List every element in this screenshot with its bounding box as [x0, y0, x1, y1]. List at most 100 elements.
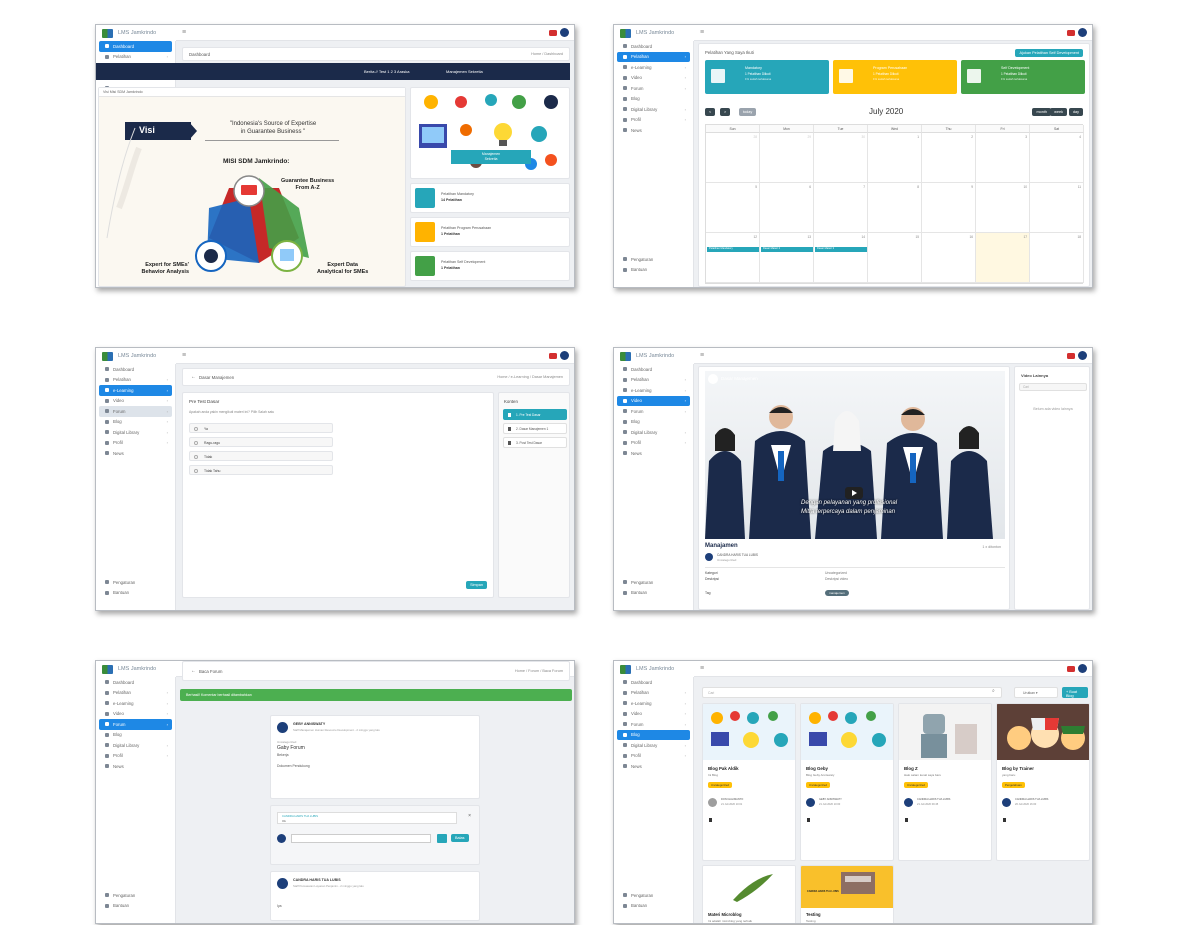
user-avatar[interactable] [1078, 28, 1087, 37]
training-tile[interactable]: Self Development 1 Pelatihan Diikuti 1% su… [961, 60, 1085, 94]
menu-toggle-icon[interactable]: ≡ [700, 352, 704, 359]
sidebar-item-pelatihan[interactable]: Pelatihan › [617, 688, 690, 699]
calendar-event[interactable]: Dasar Materi 2 [761, 247, 813, 252]
app-logo[interactable]: LMS Jamkrindo [96, 348, 176, 364]
calendar-day[interactable]: 3 [976, 133, 1030, 183]
sidebar-item-settings[interactable]: Pengaturan [99, 890, 173, 901]
sidebar-item-pelatihan[interactable]: Pelatihan › [617, 51, 690, 62]
post-author[interactable]: GEBY ANNISWATY [293, 722, 325, 726]
sidebar-item-news[interactable]: News [99, 448, 172, 459]
blog-tag[interactable]: Pengetahuan [1002, 782, 1025, 788]
sidebar-item-video[interactable]: Video› [99, 709, 172, 720]
author-avatar[interactable] [1002, 798, 1011, 807]
blog-card[interactable]: Blog Pak Aldik Ini Blog Uncategorized DONI … [702, 703, 796, 861]
delete-icon[interactable] [807, 818, 810, 822]
view-day-button[interactable]: day [1068, 108, 1083, 116]
view-week-button[interactable]: week [1050, 108, 1067, 116]
sidebar-item-blog[interactable]: Blog [617, 417, 690, 428]
reply-input[interactable] [291, 834, 431, 843]
sort-dropdown[interactable]: Urutkan ▾ [1014, 687, 1058, 698]
youtube-icon[interactable] [1067, 30, 1075, 36]
sidebar-item-elearning[interactable]: e-Learning› [617, 62, 690, 73]
sidebar-item-pelatihan[interactable]: Pelatihan › [99, 52, 172, 63]
calendar-day[interactable]: 30 [814, 133, 868, 183]
calendar-day[interactable]: 18 [1030, 233, 1084, 283]
view-month-button[interactable]: month [1032, 108, 1051, 116]
calendar-today-button[interactable]: today [739, 108, 757, 116]
sidebar-item-dashboard[interactable]: Dashboard [617, 364, 690, 375]
author-avatar[interactable] [277, 878, 288, 889]
calendar-next-button[interactable]: > [720, 108, 731, 116]
calendar-day[interactable]: 9 [922, 183, 976, 233]
sidebar-item-dashboard[interactable]: Dashboard [99, 677, 172, 688]
youtube-icon[interactable] [1067, 353, 1075, 359]
quiz-option[interactable]: Ragu-ragu [189, 437, 333, 447]
calendar-day[interactable]: 14 [814, 233, 868, 283]
menu-toggle-icon[interactable]: ≡ [182, 29, 186, 36]
sidebar-item-blog[interactable]: Blog [99, 730, 172, 741]
sidebar-item-settings[interactable]: Pengaturan [617, 890, 691, 901]
sidebar-item-news[interactable]: News [617, 125, 690, 136]
tag-badge[interactable]: manajemen [825, 590, 849, 596]
sidebar-item-forum[interactable]: Forum› [617, 83, 690, 94]
breadcrumb[interactable]: Home / Dashboard [531, 52, 563, 56]
breadcrumb[interactable]: Home / e-Learning / Dasar Manajemen [497, 375, 563, 379]
calendar-day[interactable]: 6 [760, 183, 814, 233]
delete-icon[interactable] [905, 818, 908, 822]
sidebar-item-settings[interactable]: Pengaturan [99, 577, 173, 588]
submit-button[interactable]: Simpan [466, 581, 487, 589]
back-arrow-icon[interactable]: ← [191, 668, 196, 674]
calendar-day[interactable]: 10 [976, 183, 1030, 233]
delete-icon[interactable] [1003, 818, 1006, 822]
content-item[interactable]: 3. Post Test Dasar [503, 437, 567, 448]
blog-card[interactable]: Blog Z Halo salam kenal saya baru Uncatego… [898, 703, 992, 861]
sidebar-item-pelatihan[interactable]: Pelatihan › [99, 375, 172, 386]
blog-search-input[interactable]: Cari [702, 687, 1002, 698]
sidebar-item-settings[interactable]: Pengaturan [617, 254, 691, 265]
search-icon[interactable]: ⌕ [992, 688, 995, 694]
sidebar-item-profil[interactable]: Profil› [99, 438, 172, 449]
sidebar-item-profil[interactable]: Profil› [617, 438, 690, 449]
sidebar-item-video[interactable]: Video› [617, 709, 690, 720]
back-arrow-icon[interactable]: ← [191, 374, 196, 380]
sidebar-item-forum[interactable]: Forum› [99, 719, 172, 730]
calendar-day[interactable]: 28 [706, 133, 760, 183]
sidebar-item-help[interactable]: Bantuan [617, 588, 691, 599]
content-item[interactable]: 1. Pre Test Dasar [503, 409, 567, 420]
sidebar-item-library[interactable]: Digital Library› [99, 427, 172, 438]
menu-toggle-icon[interactable]: ≡ [182, 352, 186, 359]
radio-button[interactable] [194, 426, 198, 431]
calendar-day[interactable]: 1 [868, 133, 922, 183]
radio-button[interactable] [194, 454, 198, 459]
menu-toggle-icon[interactable]: ≡ [700, 665, 704, 672]
calendar-day[interactable]: 13 [760, 233, 814, 283]
calendar-day[interactable]: 15 [868, 233, 922, 283]
sidebar-item-pelatihan[interactable]: Pelatihan › [617, 375, 690, 386]
sidebar-item-news[interactable]: News [617, 448, 690, 459]
youtube-icon[interactable] [1067, 666, 1075, 672]
training-summary-item[interactable]: Pelatihan Program Perusahaan 1 Pelatihan [410, 217, 570, 247]
post-attachment[interactable]: Dokumen Pendukung [277, 764, 310, 768]
sidebar-item-elearning[interactable]: e-Learning› [99, 385, 172, 396]
calendar-day[interactable]: 16 [922, 233, 976, 283]
sidebar-item-elearning[interactable]: e-Learning› [99, 698, 172, 709]
create-blog-button[interactable]: + Buat Blog [1062, 687, 1088, 698]
calendar-day[interactable]: 4 [1030, 133, 1084, 183]
user-avatar[interactable] [560, 351, 569, 360]
radio-button[interactable] [194, 468, 198, 473]
video-search-input[interactable]: Cari [1019, 383, 1087, 391]
sidebar-item-help[interactable]: Bantuan [617, 265, 691, 276]
sidebar-item-settings[interactable]: Pengaturan [617, 577, 691, 588]
app-logo[interactable]: LMS Jamkrindo [96, 25, 176, 41]
menu-toggle-icon[interactable]: ≡ [700, 29, 704, 36]
blog-card[interactable]: Materi Microblog Ini adalah microblog yan… [702, 865, 796, 923]
sidebar-item-profil[interactable]: Profil› [617, 751, 690, 762]
sidebar-item-help[interactable]: Bantuan [617, 901, 691, 912]
delete-icon[interactable] [709, 818, 712, 822]
blog-card[interactable]: CANDRA HARIS TUA LUBIS Testing Testing [800, 865, 894, 923]
author-name[interactable]: CANDRA HARIS TUA LUBIS [717, 553, 758, 557]
user-avatar[interactable] [1078, 351, 1087, 360]
sidebar-item-library[interactable]: Digital Library› [617, 104, 690, 115]
sidebar-item-library[interactable]: Digital Library› [617, 740, 690, 751]
author-avatar[interactable] [806, 798, 815, 807]
